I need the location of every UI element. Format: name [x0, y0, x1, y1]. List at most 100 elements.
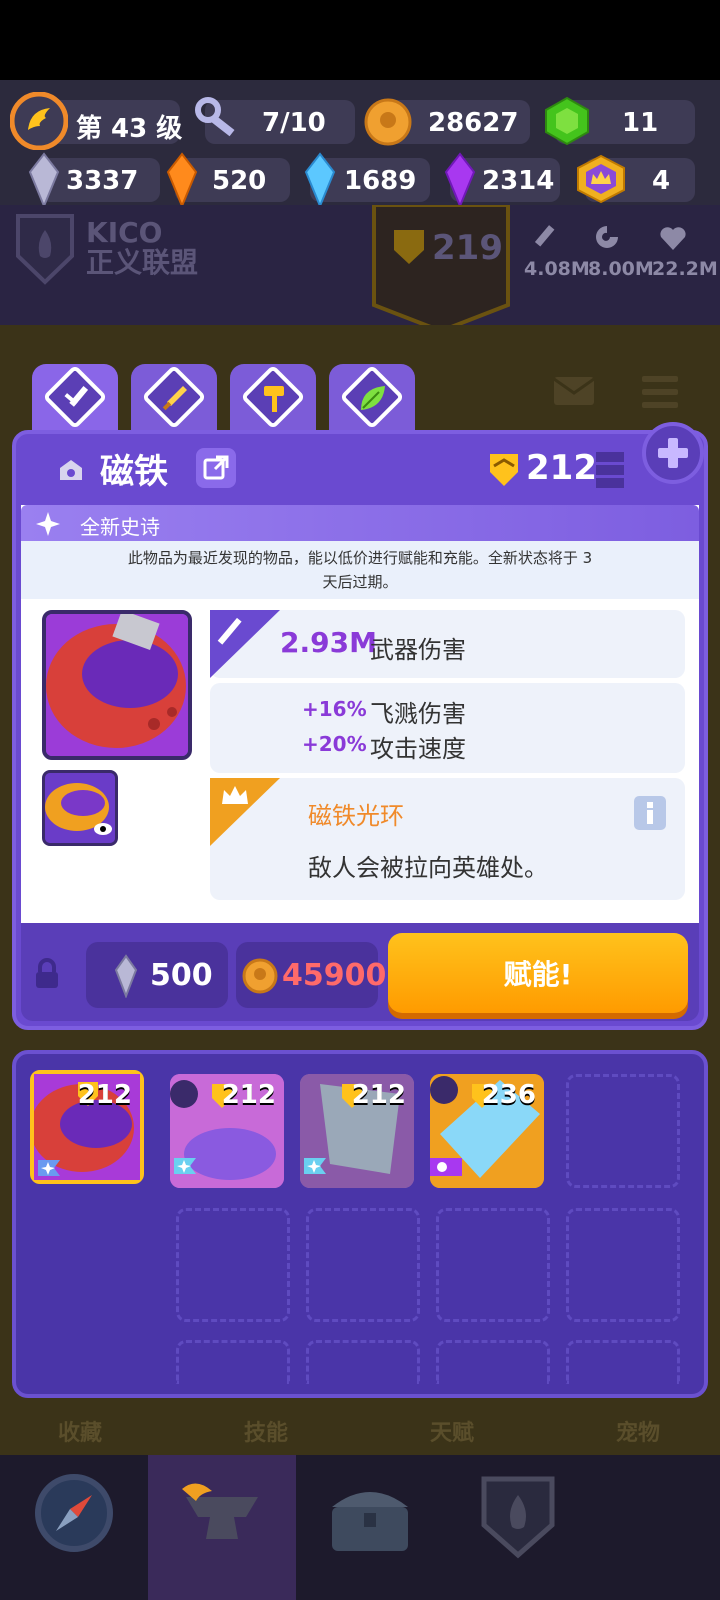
player-level: 第 43 级: [76, 114, 183, 144]
gold-count: 28627: [428, 108, 519, 138]
orange-crystal-icon: [166, 152, 198, 208]
sword-icon: [64, 385, 89, 407]
inventory-slot-magnet[interactable]: 212: [30, 1070, 144, 1184]
crystal-white-count: 3337: [66, 166, 139, 196]
slot-level: 236: [481, 1080, 536, 1110]
dagger-icon: [162, 386, 187, 411]
ability-corner: [210, 778, 280, 846]
cost-crystal-icon: [114, 954, 138, 998]
attack-stat-icon: [534, 225, 555, 247]
inventory-slot-3[interactable]: 212: [300, 1074, 414, 1188]
crystal-orange-count: 520: [212, 166, 267, 196]
tab-nature[interactable]: [329, 364, 415, 434]
inventory-slot-empty[interactable]: [306, 1340, 420, 1384]
nav-label-collection: 收藏: [58, 1421, 103, 1446]
guild-power: 219: [432, 228, 503, 268]
share-button[interactable]: [196, 448, 236, 488]
inventory-slot-empty[interactable]: [176, 1340, 290, 1384]
compass-icon: [35, 1474, 113, 1552]
inventory-slot-empty[interactable]: [566, 1074, 680, 1188]
chest-icon: [332, 1492, 408, 1551]
lock-icon: [36, 958, 58, 988]
damage-value: 2.93M: [280, 626, 377, 659]
add-button[interactable]: [642, 422, 704, 484]
epic-label: 全新史诗: [80, 515, 160, 539]
stack-icon: [596, 452, 624, 488]
item-skin-thumbnail[interactable]: [42, 770, 118, 846]
keys-count: 7/10: [262, 108, 326, 138]
tab-daggers[interactable]: [131, 364, 217, 434]
attack-stat: 4.08M: [524, 258, 590, 280]
forge-button-label: 赋能!: [503, 958, 573, 991]
crown-token-count: 4: [652, 166, 671, 196]
cost-gold-icon: [242, 958, 278, 994]
guild-power-banner: [372, 205, 510, 334]
green-gem-icon: [545, 96, 589, 146]
white-crystal-icon: [28, 152, 60, 208]
guild-nav-icon: [481, 1476, 555, 1559]
ability-description: 敌人会被拉向英雄处。: [308, 854, 548, 882]
ability-title: 磁铁光环: [308, 802, 404, 830]
crystal-cost-value: 500: [150, 958, 213, 993]
anvil-icon: [182, 1483, 258, 1539]
bonus1-value: +16%: [302, 697, 367, 721]
health-stat-icon: [660, 227, 686, 250]
slot-level: 212: [77, 1080, 132, 1110]
speed-stat-icon: [596, 226, 618, 248]
skin-ring-image: [45, 773, 115, 843]
hammer-icon: [264, 386, 284, 412]
inventory-slot-empty[interactable]: [566, 1208, 680, 1322]
game-screen: { "header": { "level_label": "第 43 级", "…: [0, 0, 720, 1600]
speed-stat: 8.00M: [588, 258, 654, 280]
crystal-blue-count: 1689: [344, 166, 417, 196]
item-level-shield-icon: [490, 454, 518, 486]
crown-token-icon: [577, 154, 625, 204]
nav-guild[interactable]: [444, 1455, 592, 1600]
epic-desc-line1: 此物品为最近发现的物品，能以低价进行赋能和充能。全新状态将于 3: [127, 549, 593, 567]
info-button[interactable]: [634, 796, 666, 830]
inventory-slot-empty[interactable]: [176, 1208, 290, 1322]
item-image[interactable]: [42, 610, 192, 760]
magnet-type-icon: [60, 460, 82, 480]
inventory-slot-empty[interactable]: [436, 1208, 550, 1322]
purple-crystal-icon: [444, 152, 476, 208]
gold-coin-icon: [364, 98, 412, 146]
bonus2-label: 攻击速度: [370, 735, 466, 763]
resource-bar: 第 43 级 7/10 28627 11 3337 520 1689 2314: [0, 80, 720, 208]
item-level: 212: [526, 448, 597, 488]
inventory-slot-empty[interactable]: [566, 1340, 680, 1384]
nav-label-talents: 天赋: [430, 1421, 475, 1446]
nav-label-pets: 宠物: [616, 1421, 661, 1446]
epic-desc-line2: 天后过期。: [322, 573, 398, 591]
menu-icon[interactable]: [640, 374, 680, 410]
guild-shield-icon: [16, 214, 74, 285]
inventory-slot-empty[interactable]: [436, 1340, 550, 1384]
inventory-slot-2[interactable]: 212: [170, 1074, 284, 1188]
external-link-icon: [203, 455, 229, 480]
sparkle-icon: [36, 512, 60, 536]
status-bar: [0, 0, 720, 80]
power-shield-icon: [394, 230, 424, 264]
bonus2-value: +20%: [302, 732, 367, 756]
guild-name-line2: 正义联盟: [86, 246, 199, 279]
inventory-slot-4[interactable]: 236: [430, 1074, 544, 1188]
nav-more[interactable]: [592, 1455, 720, 1600]
mail-icon[interactable]: [552, 375, 596, 407]
nav-explore[interactable]: [0, 1455, 148, 1600]
tab-weapons[interactable]: [32, 364, 118, 434]
guild-name-line1: KICO: [86, 216, 163, 249]
guild-name: KICO 正义联盟: [86, 218, 198, 278]
nav-chest[interactable]: [296, 1455, 444, 1600]
leaf-icon: [361, 386, 385, 410]
blue-crystal-icon: [304, 152, 336, 208]
damage-label: 武器伤害: [370, 636, 466, 664]
tab-hammers[interactable]: [230, 364, 316, 434]
forge-button[interactable]: 赋能!: [388, 933, 688, 1013]
nav-forge[interactable]: [148, 1455, 296, 1600]
gold-cost-value: 45900: [282, 958, 387, 993]
inventory-slot-empty[interactable]: [306, 1208, 420, 1322]
level-wings-icon: [10, 92, 68, 150]
magnet-ring-image: [46, 614, 188, 756]
key-icon: [195, 97, 235, 137]
damage-corner: [210, 610, 280, 678]
